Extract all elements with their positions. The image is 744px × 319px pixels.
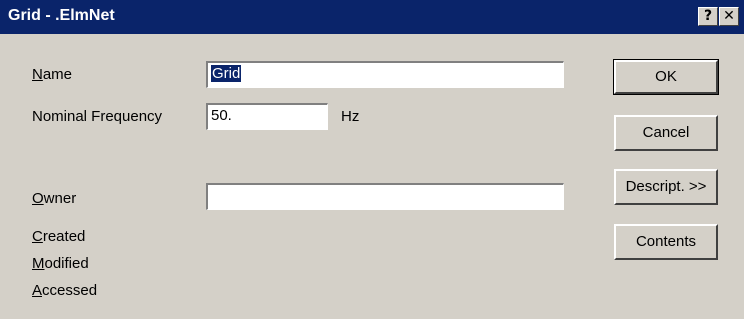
close-button[interactable]: ✕: [719, 7, 739, 26]
name-input[interactable]: Grid: [206, 61, 564, 88]
name-input-value: Grid: [211, 65, 242, 82]
help-button[interactable]: ?: [698, 7, 718, 26]
close-icon: ✕: [723, 8, 735, 24]
frequency-unit: Hz: [341, 108, 360, 125]
cancel-button[interactable]: Cancel: [614, 115, 718, 151]
title-bar[interactable]: Grid - .ElmNet ? ✕: [0, 0, 744, 34]
window-title: Grid - .ElmNet: [8, 7, 115, 24]
descript-button[interactable]: Descript. >>: [614, 169, 718, 205]
modified-label: Modified: [32, 255, 89, 272]
help-icon: ?: [703, 8, 713, 24]
accessed-label: Accessed: [32, 282, 98, 299]
ok-button[interactable]: OK: [613, 59, 719, 95]
dialog-window: Grid - .ElmNet ? ✕ Name Grid Nominal Fre…: [0, 0, 744, 319]
name-label: Name: [32, 66, 73, 83]
owner-input[interactable]: [206, 183, 564, 210]
nominal-frequency-value: 50.: [211, 107, 232, 124]
contents-button[interactable]: Contents: [614, 224, 718, 260]
created-label: Created: [32, 228, 86, 245]
owner-label: Owner: [32, 190, 77, 207]
nominal-frequency-input[interactable]: 50.: [206, 103, 328, 130]
nominal-frequency-label: Nominal Frequency: [32, 108, 163, 125]
